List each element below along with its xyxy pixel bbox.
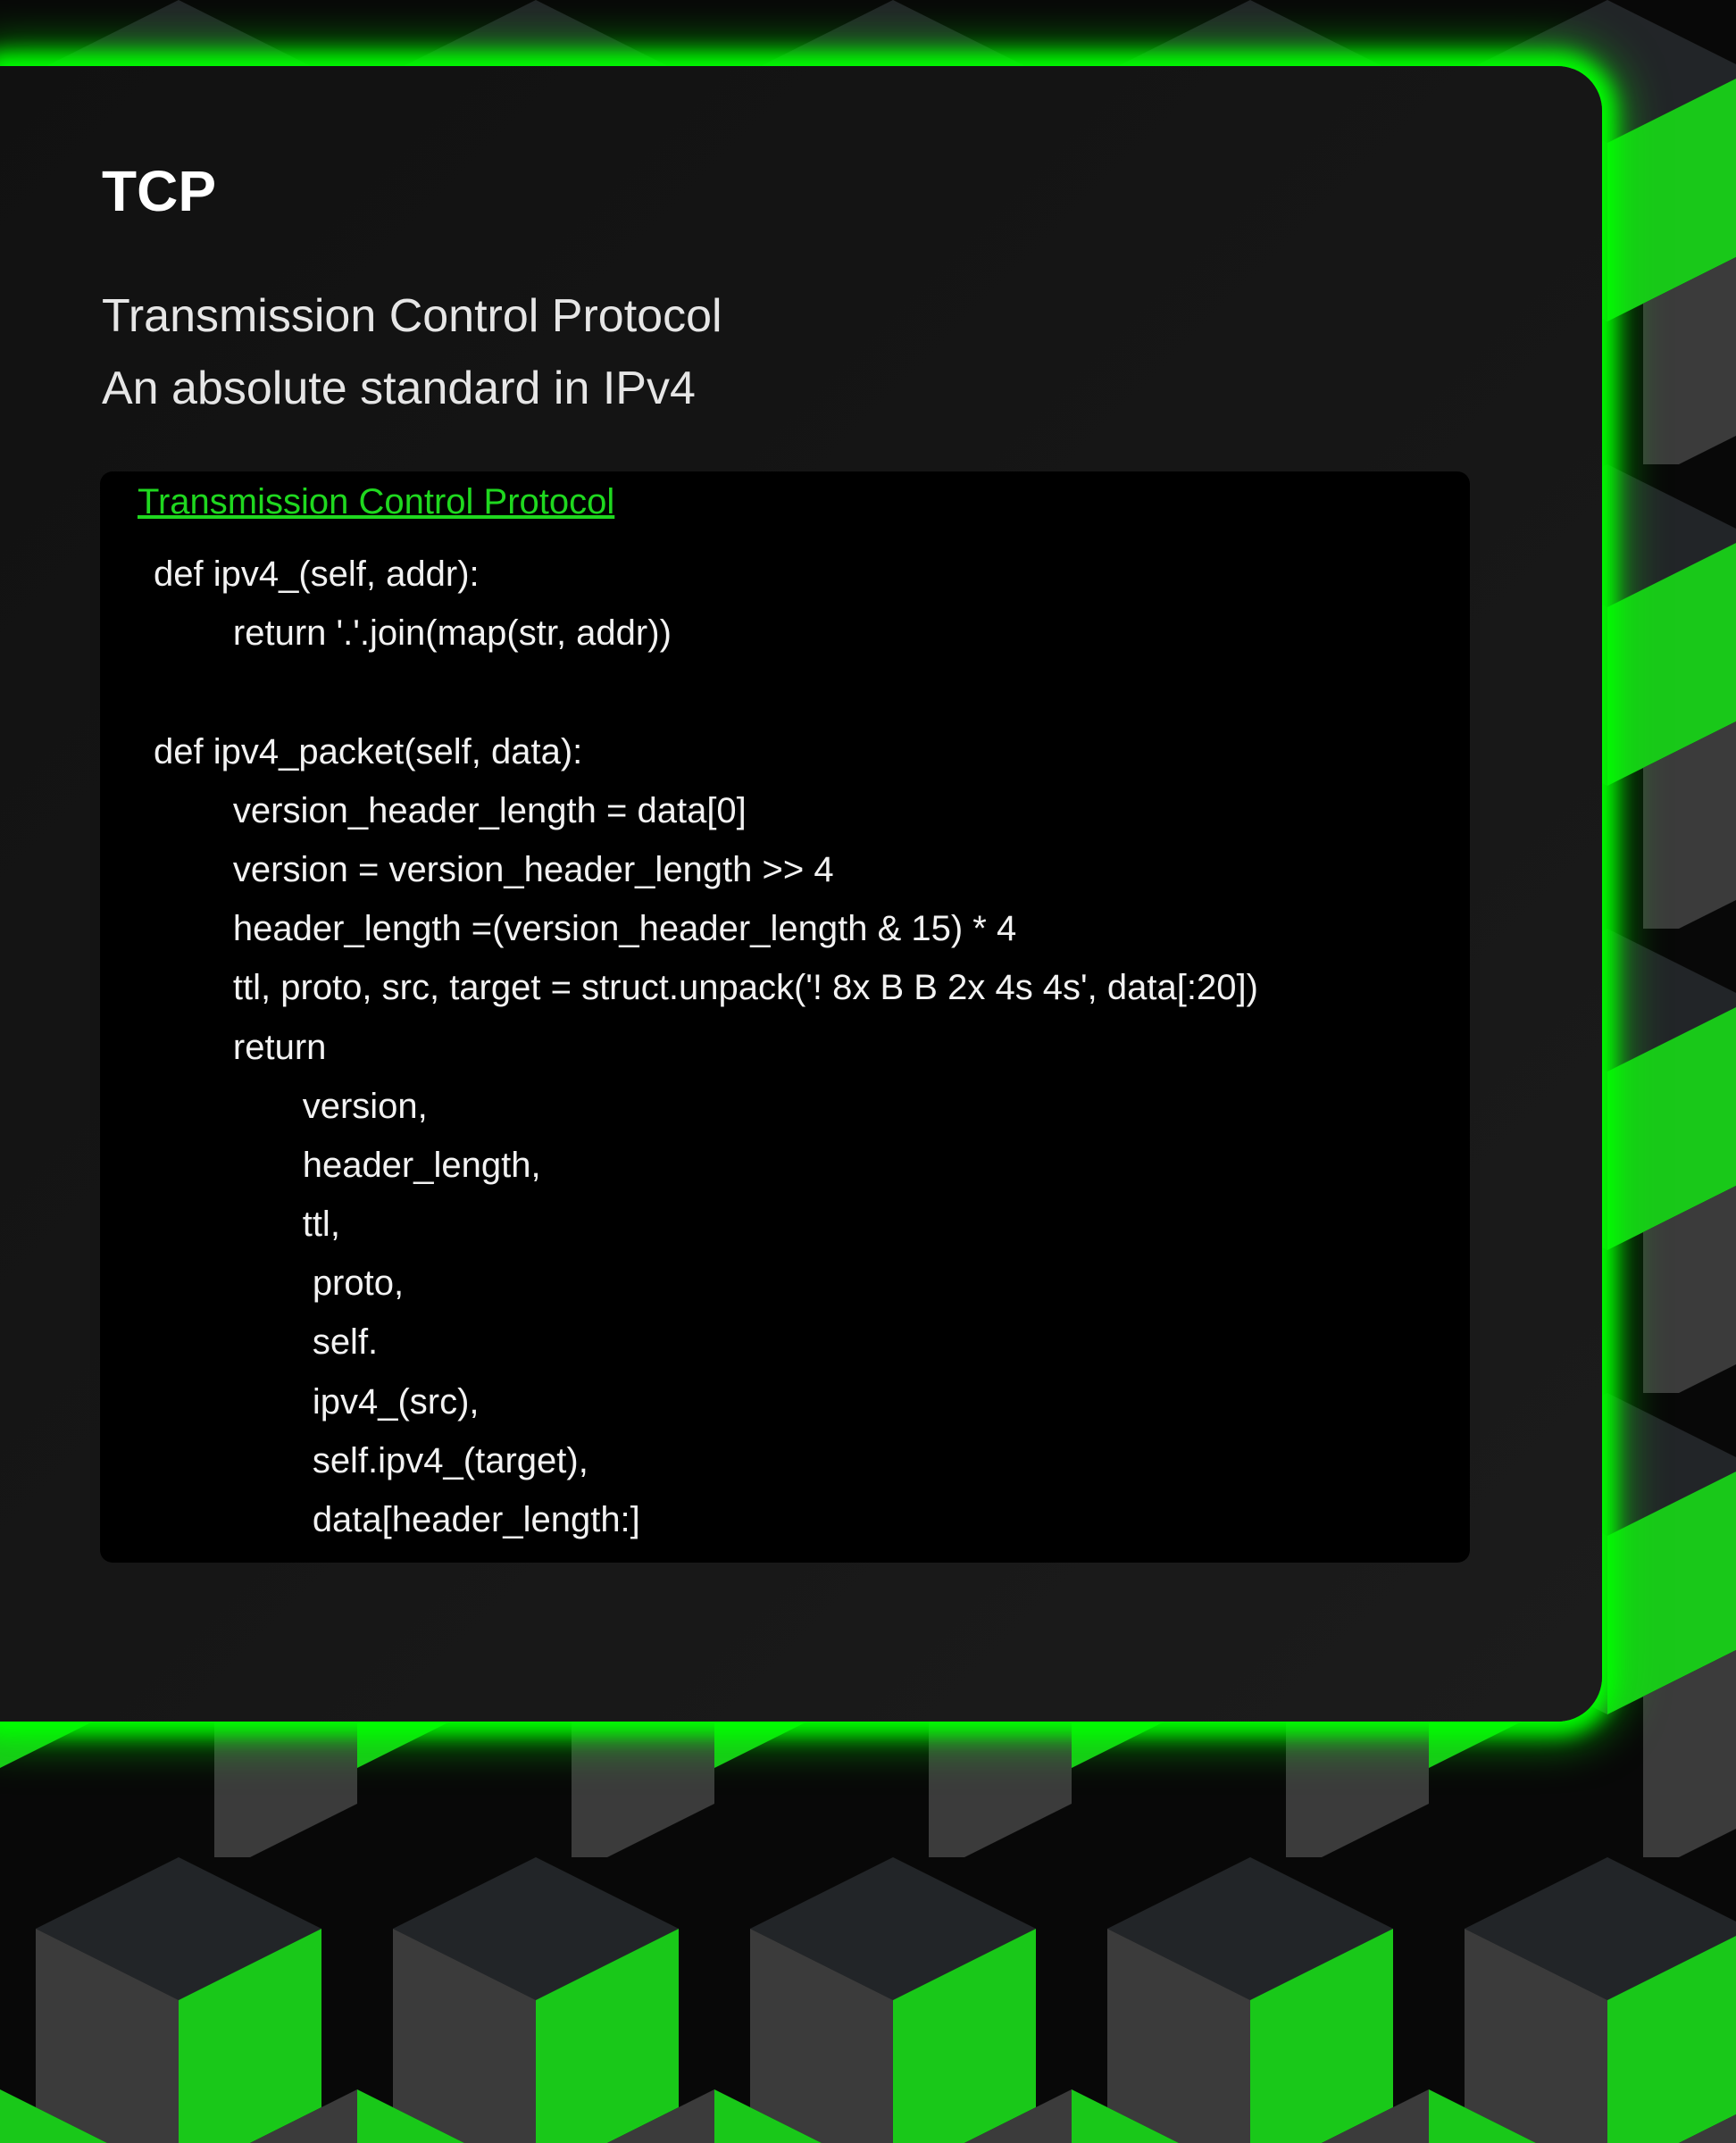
code-block: Transmission Control Protocol def ipv4_(… [100,471,1470,1563]
code-line: self. [154,1322,379,1363]
code-line: version_header_length = data[0] [154,790,747,830]
code-line: ttl, [154,1205,340,1245]
code-line: version, [154,1086,428,1126]
code-content: def ipv4_(self, addr): return '.'.join(m… [154,545,1258,1549]
code-line: proto, [154,1263,405,1304]
code-line: data[header_length:] [154,1500,640,1539]
description-line: Transmission Control Protocol [102,290,722,342]
protocol-card: TCP Transmission Control Protocol An abs… [0,66,1602,1722]
code-line: header_length, [154,1145,541,1185]
card-description: Transmission Control Protocol An absolut… [102,280,722,425]
code-line: self.ipv4_(target), [154,1440,588,1480]
code-line: ttl, proto, src, target = struct.unpack(… [154,968,1258,1008]
code-line: def ipv4_(self, addr): [154,555,480,594]
code-line: return '.'.join(map(str, addr)) [154,613,672,654]
card-title: TCP [102,159,216,223]
description-line: An absolute standard in IPv4 [102,363,696,414]
code-line: header_length =(version_header_length & … [154,909,1017,949]
code-line: ipv4_(src), [154,1381,480,1422]
code-title-link[interactable]: Transmission Control Protocol [138,480,614,523]
code-line: version = version_header_length >> 4 [154,849,834,889]
code-line: def ipv4_packet(self, data): [154,731,583,771]
code-line: return [154,1027,327,1067]
